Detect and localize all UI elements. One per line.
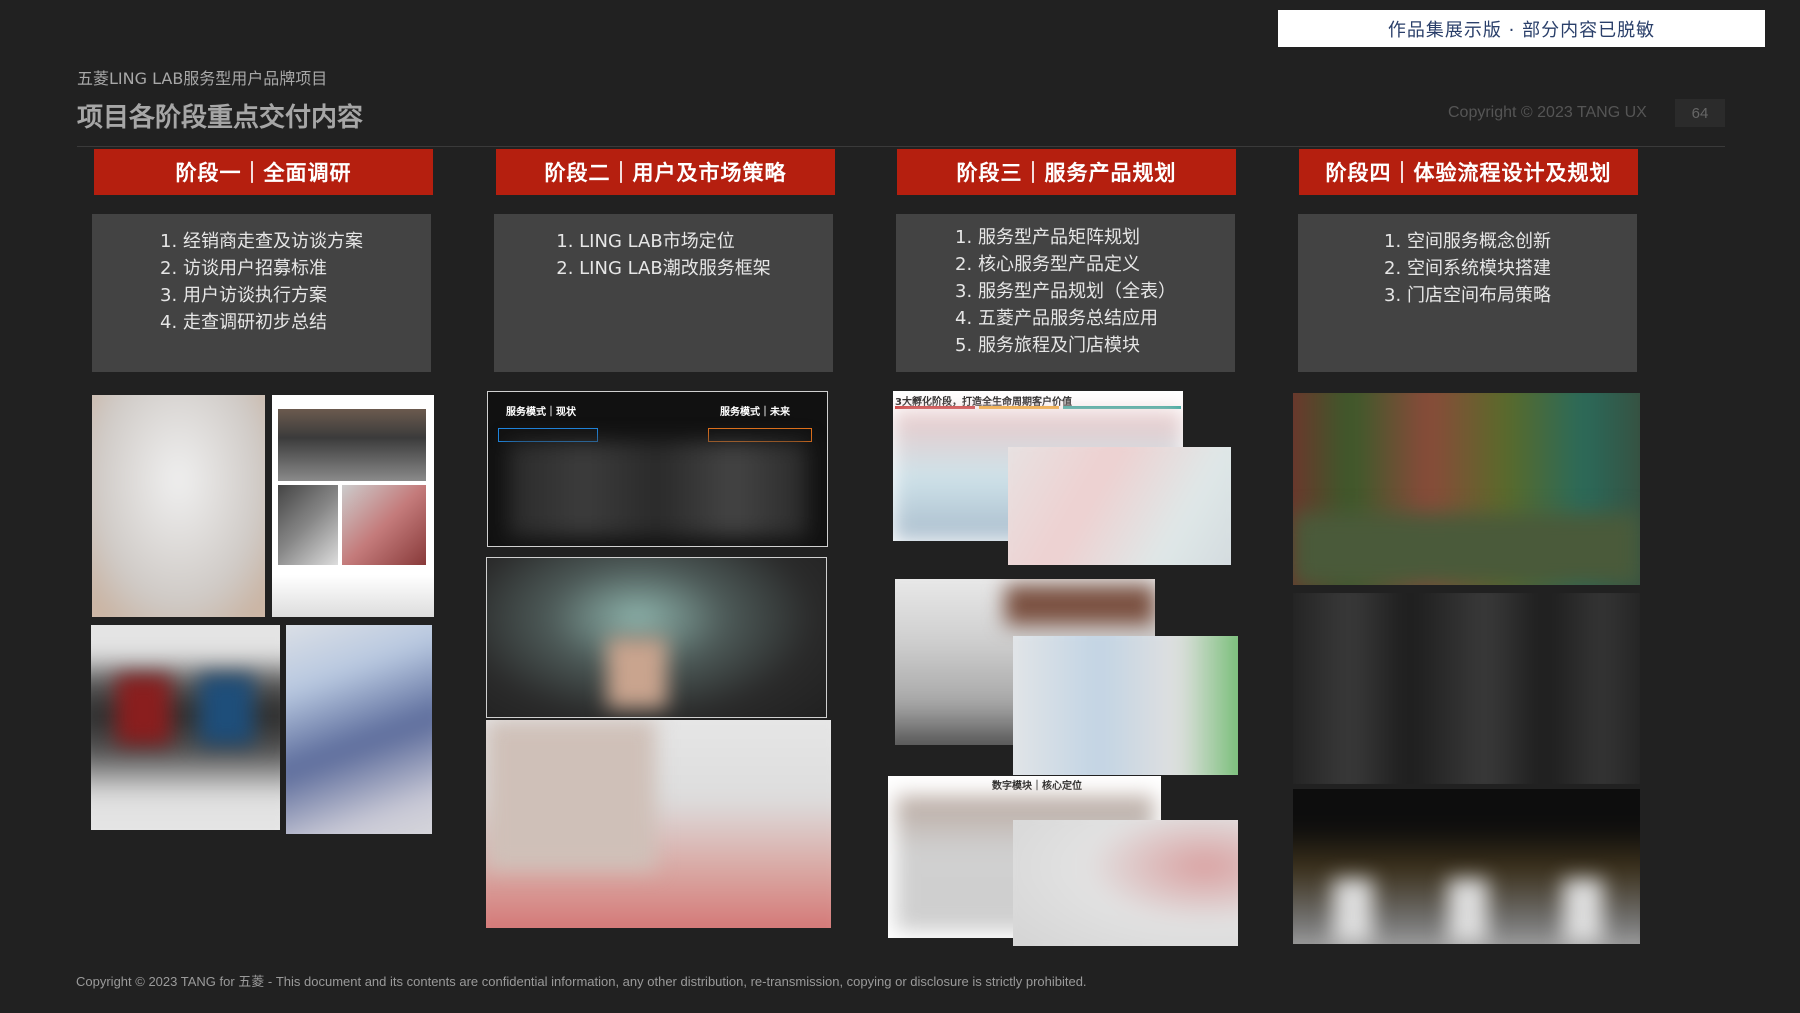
stage-2-thumbnail: 服务模式｜现状 服务模式｜未来 <box>487 391 828 547</box>
stage-1-item: 1. 经销商走查及访谈方案 <box>160 231 363 252</box>
stage-3-thumbnail <box>1008 447 1231 565</box>
stage-4-item: 1. 空间服务概念创新 <box>1384 231 1551 252</box>
stage-4-header: 阶段四｜体验流程设计及规划 <box>1299 149 1638 195</box>
stage-3-item: 5. 服务旅程及门店模块 <box>955 335 1140 356</box>
header-copyright: Copyright © 2023 TANG UX <box>1448 104 1647 121</box>
stage-3-item: 1. 服务型产品矩阵规划 <box>955 227 1140 248</box>
stage-3-deliverables: 1. 服务型产品矩阵规划 2. 核心服务型产品定义 3. 服务型产品规划（全表）… <box>896 214 1235 372</box>
stage-1-item: 2. 访谈用户招募标准 <box>160 258 327 279</box>
stage-1-item: 3. 用户访谈执行方案 <box>160 285 327 306</box>
stage-1-thumbnail <box>286 625 432 834</box>
stage-3-item: 3. 服务型产品规划（全表） <box>955 281 1176 302</box>
stage-2-item: 2. LING LAB潮改服务框架 <box>556 258 771 279</box>
stage-4-deliverables: 1. 空间服务概念创新 2. 空间系统模块搭建 3. 门店空间布局策略 <box>1298 214 1637 372</box>
stage-4-item: 2. 空间系统模块搭建 <box>1384 258 1551 279</box>
page-title: 项目各阶段重点交付内容 <box>77 103 364 133</box>
redaction-banner: 作品集展示版 · 部分内容已脱敏 <box>1278 10 1765 47</box>
stage-1-item: 4. 走查调研初步总结 <box>160 312 327 333</box>
header-divider <box>77 146 1725 147</box>
stage-2-thumbnail <box>486 557 827 718</box>
stage-3-thumbnail <box>1013 820 1238 946</box>
footer-copyright: Copyright © 2023 TANG for 五菱 - This docu… <box>76 974 1087 989</box>
stage-4-thumbnail <box>1293 393 1640 585</box>
stage-3-thumbnail <box>1013 636 1238 775</box>
stage-4-thumbnail <box>1293 789 1640 944</box>
stage-2-thumbnail <box>486 720 831 928</box>
stage-1-thumbnail <box>91 625 280 830</box>
digital-module-label: 数字模块｜核心定位 <box>992 781 1082 792</box>
stage-2-header: 阶段二｜用户及市场策略 <box>496 149 835 195</box>
stage-3-header: 阶段三｜服务产品规划 <box>897 149 1236 195</box>
stage-1-deliverables: 1. 经销商走查及访谈方案 2. 访谈用户招募标准 3. 用户访谈执行方案 4.… <box>92 214 431 372</box>
stage-2-deliverables: 1. LING LAB市场定位 2. LING LAB潮改服务框架 <box>494 214 833 372</box>
stage-3-item: 2. 核心服务型产品定义 <box>955 254 1140 275</box>
stage-4-item: 3. 门店空间布局策略 <box>1384 285 1551 306</box>
page-number: 64 <box>1675 99 1725 127</box>
stage-1-header: 阶段一｜全面调研 <box>94 149 433 195</box>
stage-4-thumbnail <box>1293 593 1640 784</box>
service-future-label: 服务模式｜未来 <box>720 407 790 418</box>
project-subtitle: 五菱LING LAB服务型用户品牌项目 <box>77 69 328 88</box>
stage-1-thumbnail <box>272 395 434 617</box>
stage-1-thumbnail <box>92 395 265 617</box>
stage-3-item: 4. 五菱产品服务总结应用 <box>955 308 1158 329</box>
stage-2-item: 1. LING LAB市场定位 <box>556 231 735 252</box>
service-now-label: 服务模式｜现状 <box>506 407 576 418</box>
